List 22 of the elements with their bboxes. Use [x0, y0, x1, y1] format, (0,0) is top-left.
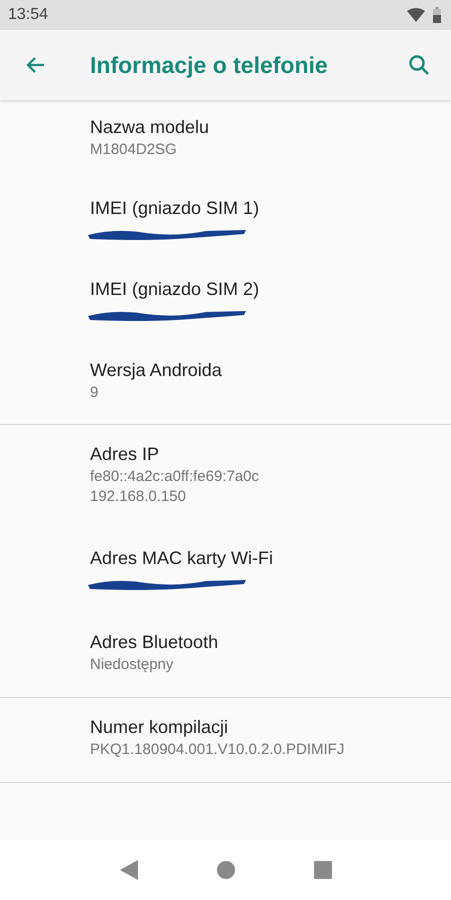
setting-value: PKQ1.180904.001.V10.0.2.0.PDIMIFJ	[90, 740, 344, 760]
setting-title: Nazwa modelu	[90, 116, 210, 139]
setting-value: fe80::4a2c:a0ff:fe69:7a0c	[90, 467, 260, 487]
screen-title: Informacje o telefonie	[90, 52, 329, 78]
recents-icon[interactable]	[314, 861, 332, 879]
setting-title: Adres Bluetooth	[90, 631, 218, 654]
setting-title: Numer kompilacji	[90, 716, 228, 739]
back-icon[interactable]	[120, 860, 138, 880]
home-icon[interactable]	[216, 861, 234, 879]
setting-title: Adres IP	[90, 443, 160, 466]
setting-value: M1804D2SG	[90, 140, 177, 160]
setting-value: 9	[90, 383, 98, 403]
setting-title: Adres MAC karty Wi-Fi	[90, 547, 274, 570]
setting-value: Niedostępny	[90, 655, 174, 675]
setting-value: 192.168.0.150	[90, 487, 186, 507]
battery-icon	[433, 7, 441, 23]
search-icon[interactable]	[407, 53, 431, 77]
setting-title: Wersja Androida	[90, 359, 222, 382]
setting-title: IMEI (gniazdo SIM 2)	[90, 278, 260, 301]
wifi-icon	[407, 8, 425, 22]
clock: 13:54	[8, 6, 48, 24]
setting-title: IMEI (gniazdo SIM 1)	[90, 197, 260, 220]
